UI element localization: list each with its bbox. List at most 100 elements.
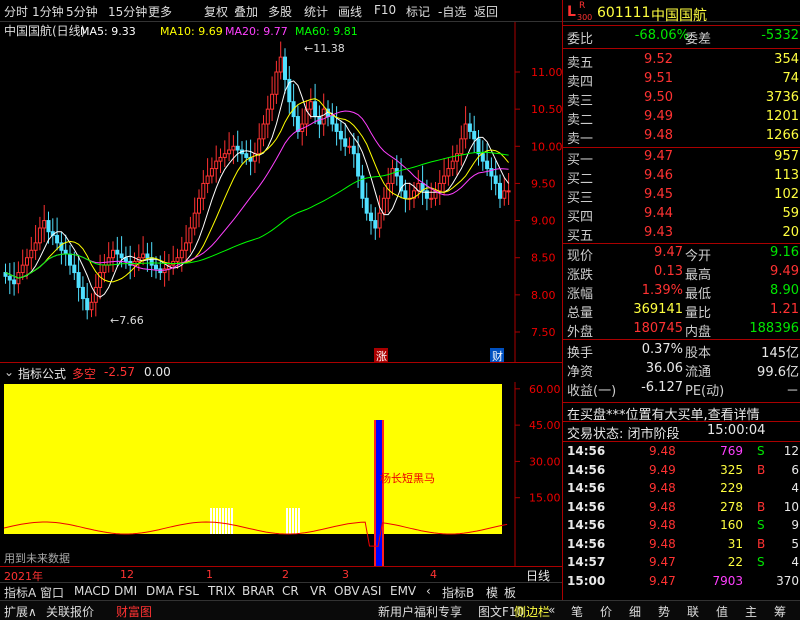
trade-count: 6 bbox=[791, 462, 799, 477]
sell-volume: 354 bbox=[774, 52, 799, 67]
trade-row[interactable]: 14:56 9.48 278 B 10 bbox=[563, 499, 800, 517]
tab-3[interactable]: DMI bbox=[114, 584, 137, 598]
trade-row[interactable]: 14:56 9.48 229 4 bbox=[563, 480, 800, 498]
bottom-left-1[interactable]: 关联报价 bbox=[46, 603, 94, 620]
candle-body bbox=[209, 168, 214, 177]
tab-11[interactable]: ASI bbox=[362, 584, 381, 598]
bottom-left-0[interactable]: 扩展∧ bbox=[4, 603, 37, 620]
trade-row[interactable]: 14:57 9.47 22 S 4 bbox=[563, 554, 800, 572]
weibi-value: -68.06% bbox=[634, 28, 689, 43]
sell-row-0: 卖五 9.52 354 bbox=[563, 52, 800, 71]
tab-5[interactable]: FSL bbox=[178, 584, 199, 598]
candle-body bbox=[222, 153, 227, 158]
indicator-panel[interactable]: 60.00 45.00 30.00 15.00 杨长短黑马 用到未来数据 bbox=[0, 382, 562, 566]
tab-16[interactable]: 板 bbox=[504, 584, 516, 601]
stat-value: 0.13 bbox=[654, 264, 683, 279]
candle-body bbox=[506, 190, 511, 193]
bottom-mid-2[interactable]: 侧边栏 bbox=[514, 603, 550, 620]
candle-body bbox=[111, 249, 115, 259]
toolbar-item-11[interactable]: 标记 bbox=[406, 3, 430, 20]
stock-header: L R 300 601111 中国国航 bbox=[563, 0, 800, 26]
tab-15[interactable]: 模 bbox=[486, 584, 498, 601]
tab-1[interactable]: 窗口 bbox=[40, 584, 64, 601]
bottom-tab-6[interactable]: 主 bbox=[745, 603, 757, 620]
bottom-tab-4[interactable]: 联 bbox=[687, 603, 699, 620]
bottom-left-2[interactable]: 财富图 bbox=[116, 603, 152, 620]
trade-time: 14:56 bbox=[567, 536, 606, 551]
trade-count: 12 bbox=[783, 444, 799, 458]
ma-label-1: MA10: 9.69 bbox=[160, 25, 223, 38]
trade-row[interactable]: 14:56 9.48 31 B 5 bbox=[563, 536, 800, 554]
sell-row-1: 卖四 9.51 74 bbox=[563, 71, 800, 90]
toolbar-item-0[interactable]: 分时 bbox=[4, 3, 28, 20]
candle-body bbox=[231, 145, 236, 151]
weicha-label: 委差 bbox=[685, 32, 712, 47]
toolbar-item-12[interactable]: -自选 bbox=[438, 3, 466, 20]
bottom-tab-2[interactable]: 细 bbox=[629, 603, 641, 620]
candle-body bbox=[201, 182, 206, 199]
toolbar-item-3[interactable]: 15分钟 bbox=[108, 3, 147, 20]
indicator-header: ⌄ 指标公式 多空 -2.57 0.00 bbox=[0, 362, 562, 382]
tab-0[interactable]: 指标A bbox=[4, 584, 36, 601]
tab-2[interactable]: MACD bbox=[74, 584, 110, 598]
sell-label: 卖五 bbox=[567, 56, 594, 71]
toolbar-item-5[interactable]: 复权 bbox=[204, 3, 228, 20]
indicator-bar bbox=[292, 508, 294, 534]
sell-label: 卖一 bbox=[567, 132, 594, 147]
toolbar-item-8[interactable]: 统计 bbox=[304, 3, 328, 20]
trade-row[interactable]: 14:56 9.48 160 S 9 bbox=[563, 517, 800, 535]
candle-body bbox=[192, 212, 197, 229]
bottom-tab-7[interactable]: 筹 bbox=[774, 603, 786, 620]
bottom-tab-5[interactable]: 值 bbox=[716, 603, 728, 620]
stat2-value-2: 99.6亿 bbox=[757, 365, 799, 380]
kline-panel[interactable]: 11.00 10.50 10.00 9.50 9.00 8.50 8.00 7.50 中国国航(… bbox=[0, 22, 563, 363]
indicator-name[interactable]: 指标公式 bbox=[18, 365, 66, 382]
bottom-tab-3[interactable]: 势 bbox=[658, 603, 670, 620]
stat2-value: 0.37% bbox=[641, 342, 683, 357]
tab-4[interactable]: DMA bbox=[146, 584, 174, 598]
candle-body bbox=[403, 190, 408, 199]
toolbar-item-4[interactable]: 更多 bbox=[148, 3, 172, 20]
trade-volume: 769 bbox=[720, 444, 743, 458]
tab-10[interactable]: OBV bbox=[334, 584, 360, 598]
bottom-mid-3[interactable]: « bbox=[548, 603, 555, 617]
tab-7[interactable]: BRAR bbox=[242, 584, 275, 598]
tab-8[interactable]: CR bbox=[282, 584, 299, 598]
tab-13[interactable]: ‹ bbox=[426, 584, 431, 598]
candle-body bbox=[29, 249, 34, 259]
stat-label-2: 今开 bbox=[685, 249, 712, 264]
toolbar-item-6[interactable]: 叠加 bbox=[234, 3, 258, 20]
toolbar-item-13[interactable]: 返回 bbox=[474, 3, 498, 20]
news-row[interactable]: 在买盘***位置有大买单,查看详情 bbox=[563, 402, 800, 423]
kline-chart[interactable]: 11.00 10.50 10.00 9.50 9.00 8.50 8.00 7.50 中国国航(… bbox=[0, 22, 563, 363]
stat2-label-2: 股本 bbox=[685, 346, 712, 361]
candle-body bbox=[227, 149, 232, 155]
tab-6[interactable]: TRIX bbox=[208, 584, 235, 598]
trade-row[interactable]: 14:56 9.49 325 B 6 bbox=[563, 462, 800, 480]
candle-body bbox=[261, 123, 266, 140]
toolbar-item-7[interactable]: 多股 bbox=[268, 3, 292, 20]
tab-14[interactable]: 指标B bbox=[442, 584, 474, 601]
collapse-icon[interactable]: ⌄ bbox=[4, 365, 14, 379]
tab-9[interactable]: VR bbox=[310, 584, 327, 598]
candle-body bbox=[429, 197, 434, 200]
toolbar-item-10[interactable]: F10 bbox=[374, 3, 396, 17]
indicator-chart[interactable]: 60.00 45.00 30.00 15.00 杨长短黑马用到未来数据 bbox=[0, 382, 562, 566]
stat2-row-0: 换手 0.37% 股本 145亿 bbox=[563, 342, 800, 361]
trade-count: 9 bbox=[791, 518, 799, 532]
toolbar-item-9[interactable]: 画线 bbox=[338, 3, 362, 20]
candle-body bbox=[308, 101, 313, 110]
tab-12[interactable]: EMV bbox=[390, 584, 416, 598]
bottom-tab-0[interactable]: 笔 bbox=[571, 603, 583, 620]
toolbar-item-2[interactable]: 5分钟 bbox=[66, 3, 98, 20]
toolbar-item-1[interactable]: 1分钟 bbox=[32, 3, 64, 20]
trade-row[interactable]: 15:00 9.47 7903 370 bbox=[563, 573, 800, 591]
buy-volume: 20 bbox=[782, 225, 799, 240]
trade-row[interactable]: 14:56 9.48 769 S 12 bbox=[563, 443, 800, 461]
candle-body bbox=[33, 242, 38, 251]
bottom-mid-0[interactable]: 新用户福利专享 bbox=[378, 603, 462, 620]
candle-body bbox=[25, 257, 29, 266]
news-text[interactable]: 在买盘***位置有大买单,查看详情 bbox=[567, 404, 760, 423]
stat-label: 现价 bbox=[567, 249, 594, 264]
bottom-tab-1[interactable]: 价 bbox=[600, 603, 612, 620]
